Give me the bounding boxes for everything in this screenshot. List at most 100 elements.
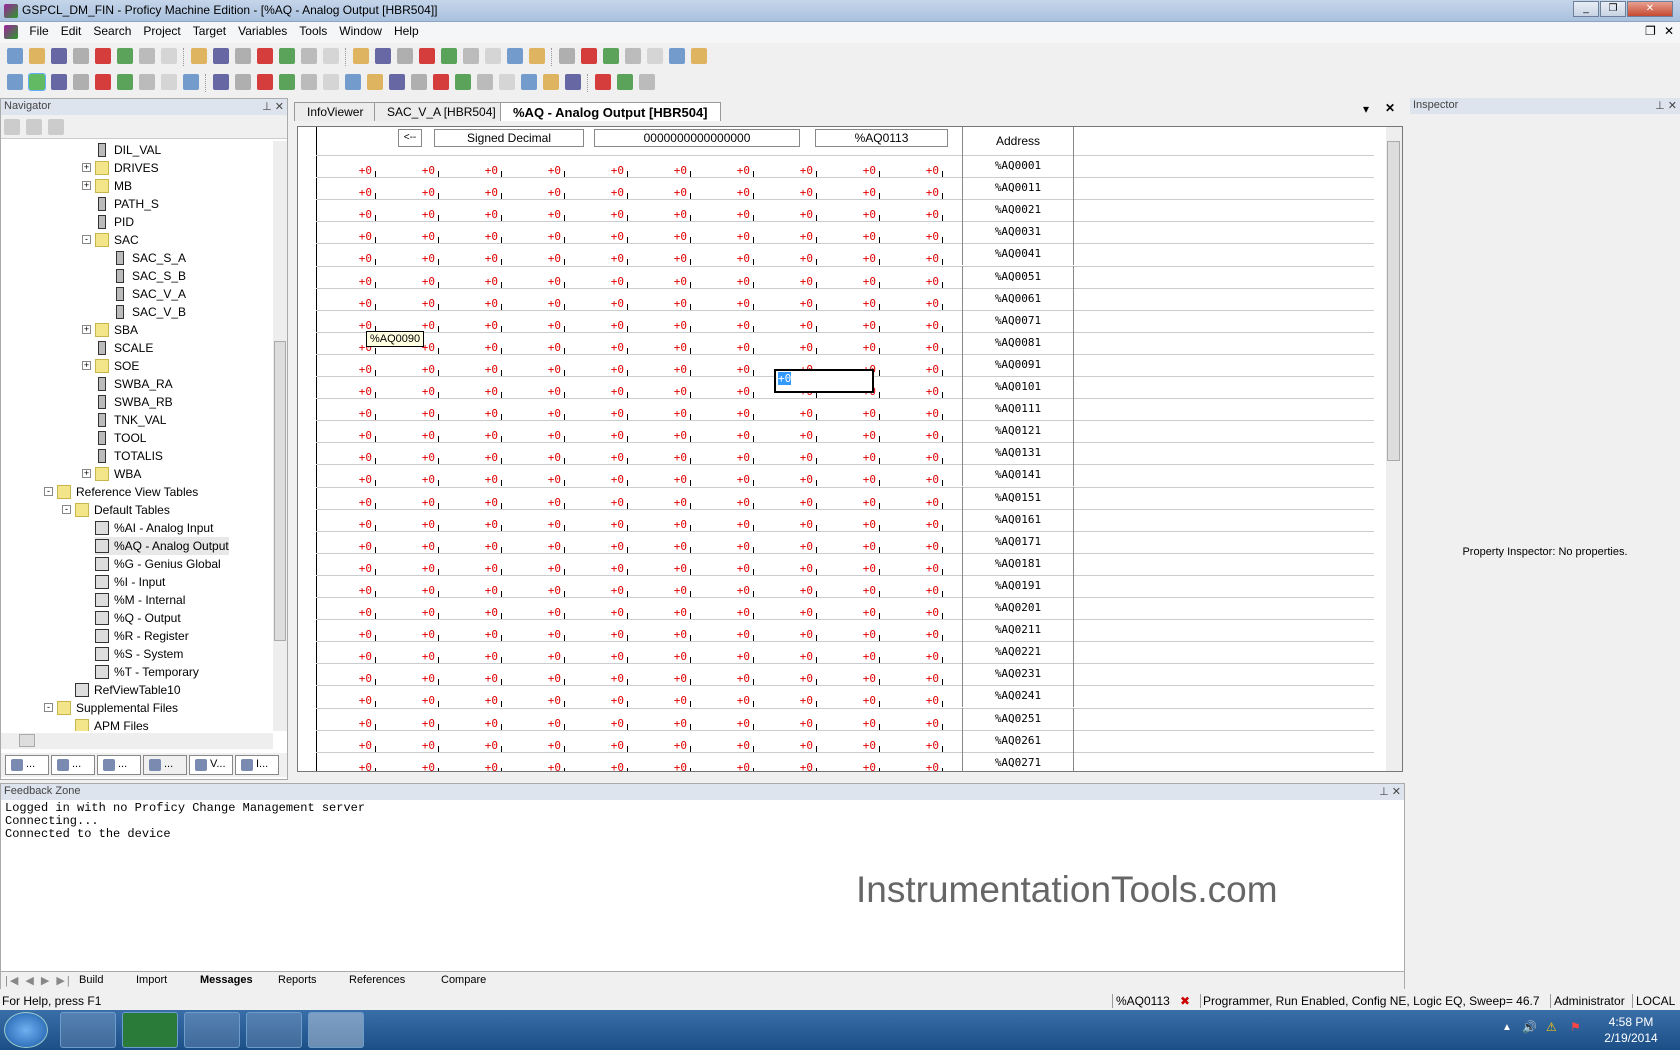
open-icon[interactable] [29, 48, 45, 64]
value-cell[interactable]: +0 [840, 740, 880, 752]
value-cell[interactable]: +0 [336, 386, 376, 398]
value-cell[interactable]: +0 [714, 762, 754, 771]
tree-item[interactable]: PATH_S [95, 195, 159, 213]
counter-icon[interactable] [433, 74, 449, 90]
value-cell[interactable]: +0 [462, 585, 502, 597]
value-cell[interactable]: +0 [462, 541, 502, 553]
value-cell[interactable]: +0 [651, 519, 691, 531]
collapse-toggle[interactable]: - [44, 487, 53, 496]
edit-icon[interactable] [565, 74, 581, 90]
value-cell[interactable]: +0 [651, 253, 691, 266]
tree-item[interactable]: Default Tables [75, 501, 170, 519]
copy-icon[interactable] [213, 48, 229, 64]
value-cell[interactable]: +0 [336, 364, 376, 376]
programmer-mode-icon[interactable] [28, 73, 46, 91]
value-cell[interactable]: +0 [651, 452, 691, 465]
value-cell[interactable]: +0 [714, 585, 754, 597]
tree-item[interactable]: APM Files [75, 717, 149, 731]
editor-tab[interactable]: %AQ - Analog Output [HBR504] [500, 102, 721, 121]
value-cell[interactable]: +0 [777, 563, 817, 575]
tab-scroll-buttons[interactable]: |◀ ◀ ▶ ▶| [5, 974, 72, 987]
value-cell[interactable]: +0 [399, 209, 439, 222]
value-cell[interactable]: +0 [651, 187, 691, 200]
value-cell[interactable]: +0 [840, 474, 880, 487]
tree-item[interactable]: SAC_S_B [113, 267, 186, 285]
tree-item[interactable]: WBA [95, 465, 141, 483]
value-cell[interactable]: +0 [903, 408, 943, 421]
value-cell[interactable]: +0 [588, 762, 628, 771]
value-cell[interactable]: +0 [336, 165, 376, 177]
value-cell[interactable]: +0 [714, 342, 754, 354]
value-cell[interactable]: +0 [903, 651, 943, 664]
inspector-icon[interactable] [419, 48, 435, 64]
value-cell[interactable]: +0 [336, 607, 376, 619]
value-cell[interactable]: +0 [840, 452, 880, 465]
value-cell[interactable]: +0 [399, 695, 439, 708]
favorites-icon[interactable] [507, 48, 523, 64]
value-cell[interactable]: +0 [777, 231, 817, 244]
feedback-tab-build[interactable]: Build [79, 974, 103, 986]
tree-item[interactable]: %Q - Output [95, 609, 181, 627]
mdi-restore-icon[interactable]: ❐ [1645, 24, 1656, 38]
variables-icon[interactable] [375, 48, 391, 64]
search-replace-icon[interactable] [617, 74, 633, 90]
value-cell[interactable]: +0 [525, 474, 565, 487]
back-icon[interactable] [559, 48, 575, 64]
value-cell[interactable]: +0 [840, 718, 880, 730]
value-cell[interactable]: +0 [399, 430, 439, 443]
coil-icon[interactable] [279, 74, 295, 90]
print-icon[interactable] [73, 48, 89, 64]
rewind-icon[interactable] [51, 74, 67, 90]
value-cell[interactable]: +0 [840, 253, 880, 266]
value-cell[interactable]: +0 [336, 298, 376, 310]
value-cell[interactable]: +0 [336, 651, 376, 664]
value-cell[interactable]: +0 [336, 231, 376, 244]
value-cell[interactable]: +0 [399, 474, 439, 487]
mdi-close-icon[interactable]: ✕ [1664, 24, 1674, 38]
tree-item[interactable]: Reference View Tables [57, 483, 198, 501]
find-icon[interactable] [323, 48, 339, 64]
navigator-tab[interactable]: ... [97, 755, 141, 775]
explorer-taskbar-icon[interactable] [60, 1012, 116, 1048]
tree-item[interactable]: TNK_VAL [95, 411, 166, 429]
value-cell[interactable]: +0 [462, 452, 502, 465]
minimize-button[interactable]: _ [1573, 1, 1599, 17]
infoviewer-icon[interactable] [669, 48, 685, 64]
value-cell[interactable]: +0 [336, 718, 376, 730]
value-cell[interactable]: +0 [777, 320, 817, 332]
value-cell[interactable]: +0 [525, 253, 565, 266]
menu-variables[interactable]: Variables [232, 22, 293, 40]
value-cell[interactable]: +0 [651, 342, 691, 354]
tree-item[interactable]: PID [95, 213, 134, 231]
value-cell[interactable]: +0 [525, 386, 565, 398]
collapse-toggle[interactable]: - [82, 235, 91, 244]
expand-toggle[interactable]: + [82, 361, 91, 370]
value-cell[interactable]: +0 [336, 541, 376, 553]
feedback-tab-reports[interactable]: Reports [278, 974, 317, 986]
value-cell[interactable]: +0 [903, 452, 943, 465]
value-cell[interactable]: +0 [714, 276, 754, 288]
value-cell[interactable]: +0 [777, 209, 817, 222]
value-cell[interactable]: +0 [336, 519, 376, 531]
navigator-tab[interactable]: ... [51, 755, 95, 775]
tree-item[interactable]: %S - System [95, 645, 183, 663]
value-cell[interactable]: +0 [777, 276, 817, 288]
value-cell[interactable]: +0 [777, 497, 817, 509]
stop-icon[interactable] [117, 74, 133, 90]
value-cell[interactable]: +0 [336, 585, 376, 597]
refresh-icon[interactable] [625, 48, 641, 64]
value-cell[interactable]: +0 [588, 209, 628, 222]
tree-item[interactable]: %M - Internal [95, 591, 185, 609]
value-cell[interactable]: +0 [336, 342, 376, 354]
value-cell[interactable]: +0 [840, 629, 880, 642]
value-cell[interactable]: +0 [777, 408, 817, 421]
value-cell[interactable]: +0 [525, 740, 565, 752]
forward-icon[interactable] [581, 48, 597, 64]
value-cell[interactable]: +0 [525, 673, 565, 686]
value-cell[interactable]: +0 [525, 718, 565, 730]
value-cell[interactable]: +0 [840, 231, 880, 244]
value-cell[interactable]: +0 [399, 165, 439, 177]
value-cell[interactable]: +0 [777, 298, 817, 310]
value-cell[interactable]: +0 [336, 563, 376, 575]
value-cell[interactable]: +0 [903, 497, 943, 509]
